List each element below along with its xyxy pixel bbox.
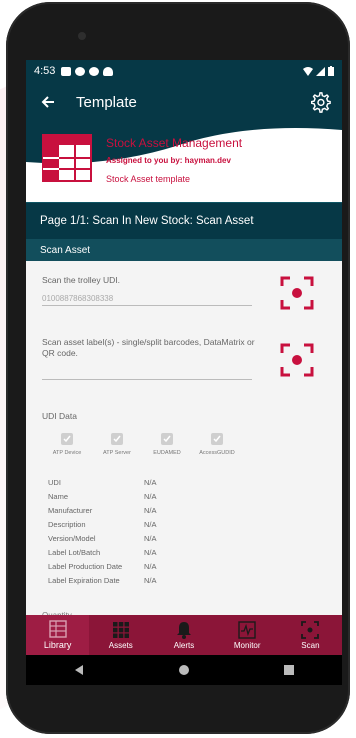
nav-library[interactable]: Library	[26, 615, 90, 655]
info-value: N/A	[144, 561, 157, 571]
library-icon	[48, 620, 67, 638]
assets-icon	[112, 621, 129, 638]
asset-label-label: Scan asset label(s) - single/split barco…	[42, 337, 255, 358]
checkbox[interactable]	[161, 433, 173, 445]
nav-assets[interactable]: Assets	[89, 615, 152, 655]
check-label: ATP Device	[52, 450, 82, 456]
check-atp-server[interactable]: ATP Server	[92, 433, 142, 456]
info-value: N/A	[144, 519, 157, 529]
app-bar-title: Template	[76, 93, 137, 111]
info-value: N/A	[144, 533, 157, 543]
info-row: Label Lot/Batch N/A	[48, 545, 157, 559]
check-icon	[63, 435, 71, 443]
header-assigned: Assigned to you by: hayman.dev	[106, 156, 231, 165]
info-row: Description N/A	[48, 517, 157, 531]
page-title-bar: Page 1/1: Scan In New Stock: Scan Asset	[26, 202, 342, 239]
nav-label: Scan	[301, 640, 320, 650]
info-value: N/A	[144, 547, 157, 557]
info-key: Version/Model	[48, 533, 96, 543]
info-row: Label Expiration Date N/A	[48, 573, 157, 587]
back-button[interactable]	[34, 88, 62, 116]
app-bar: Template	[26, 82, 342, 122]
scan-icon	[301, 620, 320, 639]
nav-label: Alerts	[173, 640, 195, 650]
info-key: Name	[48, 491, 69, 501]
info-key: Label Production Date	[48, 561, 123, 571]
wifi-icon	[303, 66, 313, 76]
gallery-notification-icon	[61, 66, 72, 76]
check-label: EUDAMED	[153, 450, 181, 456]
checkbox[interactable]	[61, 433, 73, 445]
info-key: UDI	[48, 477, 61, 487]
check-icon	[113, 435, 121, 443]
stock-table-icon	[42, 134, 92, 182]
info-key: Description	[48, 519, 86, 529]
info-key: Label Lot/Batch	[48, 547, 101, 557]
udi-source-checks: ATP Device ATP Server EUDAMED AccessGUDI…	[42, 433, 242, 456]
checkbox[interactable]	[211, 433, 223, 445]
battery-icon	[328, 66, 334, 76]
info-row: Version/Model N/A	[48, 531, 157, 545]
section-header: Scan Asset	[26, 239, 342, 261]
record-notification-icon	[89, 66, 100, 76]
check-atp-device[interactable]: ATP Device	[42, 433, 92, 456]
trolley-udi-label: Scan the trolley UDI.	[42, 275, 120, 285]
check-label: ATP Server	[103, 450, 131, 456]
info-row: UDI N/A	[48, 475, 157, 489]
check-icon	[163, 435, 171, 443]
scan-asset-button[interactable]	[280, 343, 314, 377]
nav-scan[interactable]: Scan	[279, 615, 342, 655]
status-time: 4:53	[34, 65, 56, 77]
info-key: Label Expiration Date	[48, 575, 120, 585]
header-template-name: Stock Asset template	[106, 174, 191, 184]
gear-icon	[311, 92, 331, 113]
system-recents-icon[interactable]	[283, 664, 295, 676]
check-icon	[213, 435, 221, 443]
info-row: Label Production Date N/A	[48, 559, 157, 573]
arrow-left-icon	[41, 96, 54, 108]
monitor-icon	[238, 620, 256, 639]
udi-info-table: UDI N/A Name N/A Manufacturer N/A Descripti…	[48, 475, 157, 587]
info-value: N/A	[144, 505, 157, 515]
info-value: N/A	[144, 477, 157, 487]
cloud-notification-icon	[103, 66, 114, 76]
info-row: Manufacturer N/A	[48, 503, 157, 517]
nav-label: Monitor	[233, 640, 261, 650]
signal-icon	[316, 66, 325, 76]
udi-data-title: UDI Data	[42, 411, 77, 421]
check-eudamed[interactable]: EUDAMED	[142, 433, 192, 456]
nav-label: Library	[43, 640, 72, 650]
info-value: N/A	[144, 575, 157, 585]
status-indicators	[303, 66, 334, 76]
nav-monitor[interactable]: Monitor	[216, 615, 279, 655]
system-navigation-bar	[26, 655, 342, 685]
system-home-icon[interactable]	[178, 664, 190, 676]
app-notification-icon	[75, 66, 86, 76]
checkbox[interactable]	[111, 433, 123, 445]
settings-button[interactable]	[306, 88, 334, 116]
asset-label-input[interactable]	[42, 365, 252, 380]
check-label: AccessGUDID	[199, 450, 235, 456]
trolley-udi-input[interactable]	[42, 291, 252, 306]
info-value: N/A	[144, 491, 157, 501]
form-content: Scan the trolley UDI. Scan asset label(s…	[26, 261, 342, 621]
info-key: Manufacturer	[48, 505, 93, 515]
scan-trolley-button[interactable]	[280, 276, 314, 310]
status-bar: 4:53	[26, 60, 342, 82]
bottom-navigation: Library Assets Alerts Monitor Scan	[26, 615, 342, 655]
header-title: Stock Asset Management	[106, 136, 243, 150]
nav-label: Assets	[108, 640, 133, 650]
phone-frame: 4:53 Template Stock Asset Management Ass…	[6, 2, 350, 734]
system-back-icon[interactable]	[73, 664, 85, 676]
front-camera	[78, 32, 86, 40]
template-header: Stock Asset Management Assigned to you b…	[26, 122, 342, 202]
info-row: Name N/A	[48, 489, 157, 503]
check-accessgudid[interactable]: AccessGUDID	[192, 433, 242, 456]
app-screen: 4:53 Template Stock Asset Management Ass…	[26, 60, 342, 685]
nav-alerts[interactable]: Alerts	[152, 615, 215, 655]
bell-icon	[177, 621, 191, 639]
